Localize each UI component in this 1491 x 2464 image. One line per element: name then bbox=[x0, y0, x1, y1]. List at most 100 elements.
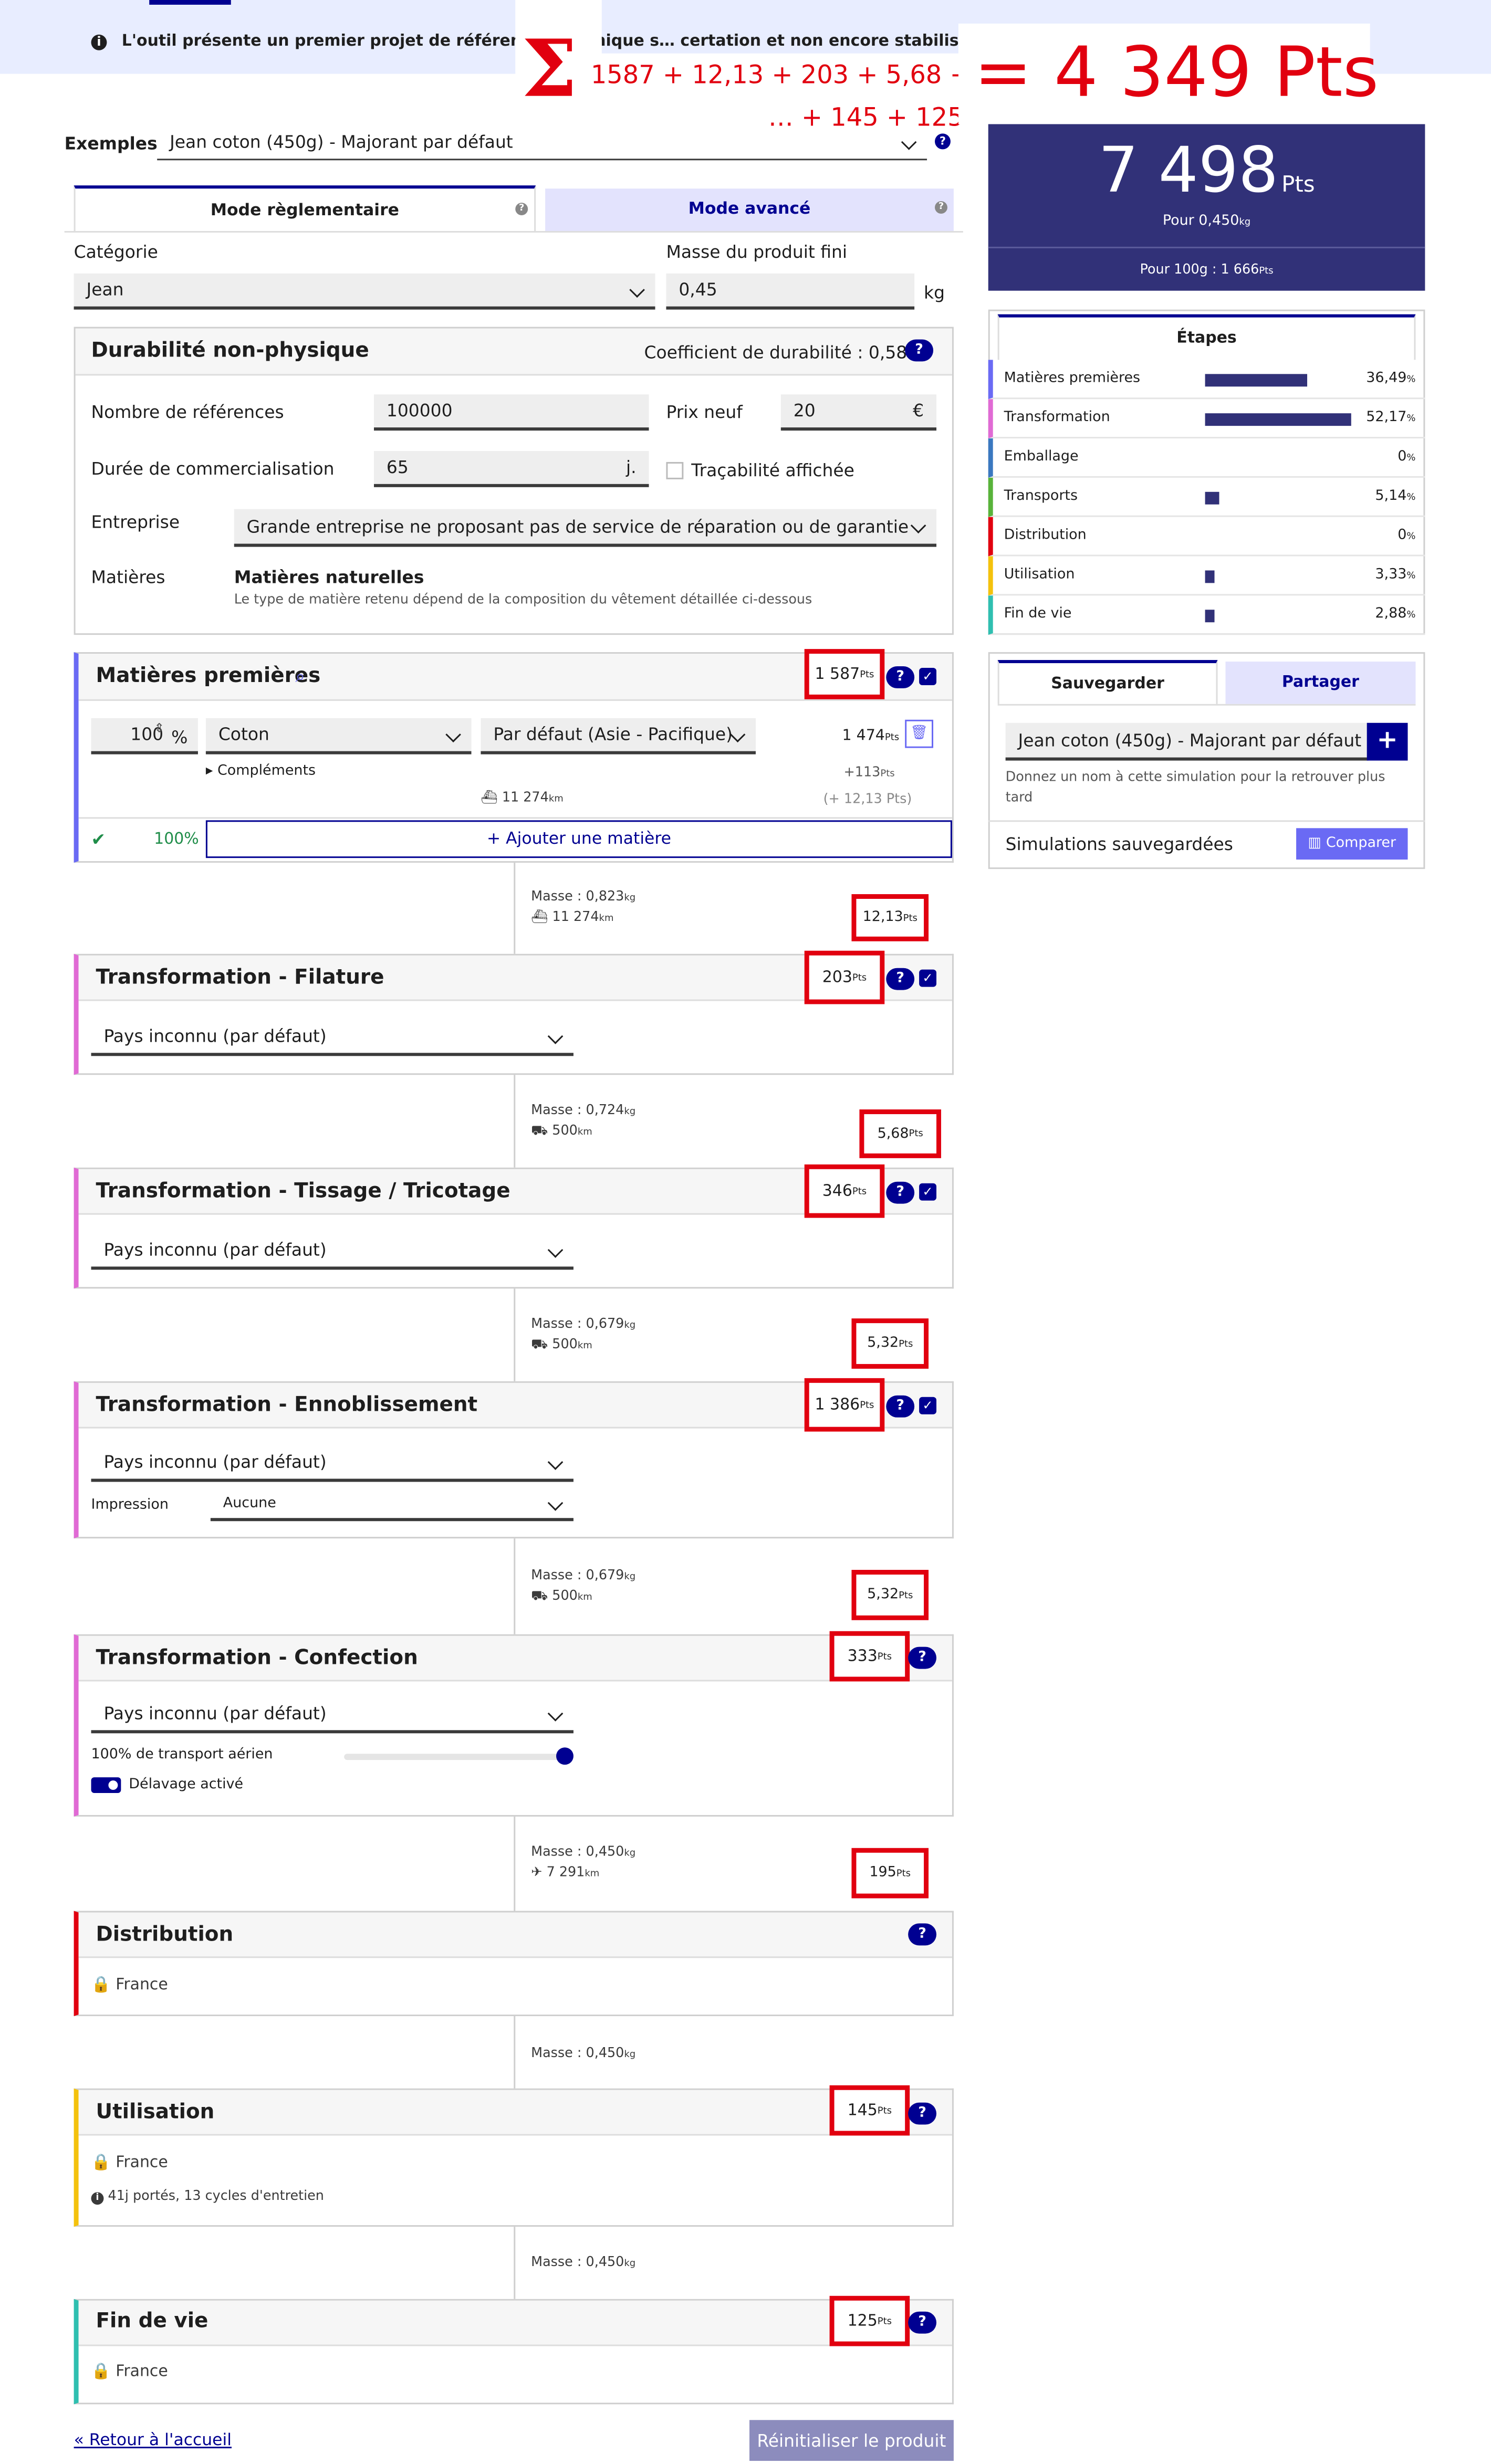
percent-unit: % bbox=[1406, 531, 1416, 542]
check-icon: ✔ bbox=[91, 830, 106, 851]
price-label: Prix neuf bbox=[666, 402, 743, 423]
refs-input[interactable]: 100000 bbox=[374, 394, 649, 431]
duration-input[interactable]: 65 j. bbox=[374, 450, 649, 487]
kg-unit: kg bbox=[624, 1320, 636, 1331]
raw-materials-help-icon[interactable]: ? bbox=[886, 666, 915, 688]
raw-divider bbox=[78, 817, 952, 819]
save-name-value: Jean coton (450g) - Majorant par défaut bbox=[1018, 730, 1362, 751]
making-country-value: Pays inconnu (par défaut) bbox=[103, 1703, 327, 1724]
transport-mass-value: Masse : 0,823 bbox=[531, 889, 624, 905]
chevron-down-icon bbox=[901, 133, 917, 150]
air-transport-label: 100% de transport aérien bbox=[91, 1747, 273, 1764]
finishing-country-select[interactable]: Pays inconnu (par défaut) bbox=[91, 1445, 574, 1482]
stepper-icon[interactable]: ⇕ bbox=[154, 721, 164, 736]
transport-distance: ✈ 7 291km bbox=[531, 1865, 599, 1881]
mass-input[interactable]: 0,45 bbox=[666, 273, 915, 310]
percent-unit: % bbox=[1406, 413, 1416, 425]
add-save-button[interactable]: + bbox=[1367, 722, 1408, 761]
delav-toggle[interactable] bbox=[91, 1777, 121, 1794]
spinning-help-icon[interactable]: ? bbox=[886, 968, 915, 990]
step-pct: 3,33% bbox=[1375, 567, 1415, 583]
durability-help-icon[interactable]: ? bbox=[905, 339, 934, 362]
weaving-country-value: Pays inconnu (par défaut) bbox=[103, 1240, 327, 1261]
weaving-pts: 346 Pts bbox=[804, 1164, 885, 1218]
tab-advanced-help-icon[interactable]: ? bbox=[935, 201, 947, 214]
compare-button[interactable]: ▥ Comparer bbox=[1296, 828, 1408, 860]
score-per-unit: kg bbox=[1239, 217, 1251, 228]
materials-title: Matières naturelles bbox=[234, 567, 424, 588]
step-pct-value: 0 bbox=[1398, 528, 1407, 544]
search-icon[interactable]: ⌕ bbox=[295, 666, 305, 688]
save-name-input[interactable]: Jean coton (450g) - Majorant par défaut bbox=[1005, 722, 1369, 761]
price-input[interactable]: 20 € bbox=[780, 394, 936, 431]
delav-label: Délavage activé bbox=[129, 1777, 244, 1794]
step-row: Transformation 52,17% bbox=[988, 399, 1425, 439]
tab-advanced[interactable]: Mode avancé ? bbox=[545, 188, 954, 231]
distribution-help-icon[interactable]: ? bbox=[908, 1923, 936, 1946]
distribution-country-value: France bbox=[116, 1977, 168, 1995]
pts-unit: Pts bbox=[877, 2315, 892, 2327]
finishing-checkbox[interactable]: ✓ bbox=[919, 1397, 936, 1414]
step-pct: 36,49% bbox=[1366, 371, 1415, 386]
weaving-help-icon[interactable]: ? bbox=[886, 1181, 915, 1204]
air-transport-slider-handle[interactable] bbox=[556, 1747, 574, 1765]
use-country: 🔒 France bbox=[91, 2154, 168, 2172]
share-unit: % bbox=[171, 727, 188, 748]
compare-label: Comparer bbox=[1326, 836, 1396, 852]
material-select[interactable]: Coton bbox=[205, 718, 472, 754]
making-country-select[interactable]: Pays inconnu (par défaut) bbox=[91, 1697, 574, 1734]
weaving-country-select[interactable]: Pays inconnu (par défaut) bbox=[91, 1233, 574, 1270]
step-bar bbox=[1205, 570, 1215, 583]
category-select[interactable]: Jean bbox=[74, 273, 655, 310]
complements-toggle[interactable]: ▸ Compléments bbox=[206, 764, 316, 780]
lock-icon: 🔒 bbox=[91, 2363, 111, 2381]
steps-title: Étapes bbox=[1176, 330, 1237, 348]
pts-unit: Pts bbox=[860, 1399, 874, 1411]
print-select[interactable]: Aucune bbox=[210, 1490, 574, 1522]
back-home-link[interactable]: « Retour à l'accueil bbox=[74, 2431, 232, 2450]
step-bar bbox=[1205, 374, 1308, 387]
raw-distance: ⛴ 11 274km bbox=[481, 790, 563, 806]
tab-regulatory-help-icon[interactable]: ? bbox=[515, 203, 528, 216]
tab-regulatory[interactable]: Mode règlementaire ? bbox=[74, 185, 536, 231]
use-info: i 41j portés, 13 cycles d'entretien bbox=[91, 2189, 324, 2205]
transport-pts-value: 12,13 bbox=[862, 909, 903, 926]
air-transport-slider-track[interactable] bbox=[344, 1754, 564, 1760]
chevron-down-icon bbox=[629, 281, 645, 297]
tab-save[interactable]: Sauvegarder bbox=[997, 660, 1218, 704]
finishing-help-icon[interactable]: ? bbox=[886, 1395, 915, 1418]
company-select[interactable]: Grande entreprise ne proposant pas de se… bbox=[234, 509, 936, 547]
traceability-checkbox[interactable] bbox=[666, 462, 684, 479]
examples-select[interactable]: Jean coton (450g) - Majorant par défaut bbox=[157, 125, 927, 161]
step-bar bbox=[1205, 413, 1351, 426]
save-divider bbox=[988, 820, 1425, 822]
weaving-checkbox[interactable]: ✓ bbox=[919, 1183, 936, 1201]
score-per100-text: Pour 100g : 1 666 bbox=[1140, 262, 1259, 278]
chevron-down-icon bbox=[547, 1453, 564, 1470]
making-help-icon[interactable]: ? bbox=[908, 1647, 936, 1669]
origin-select[interactable]: Par défaut (Asie - Pacifique) bbox=[481, 718, 756, 754]
raw-materials-checkbox[interactable]: ✓ bbox=[919, 668, 936, 685]
pts-unit: Pts bbox=[899, 1589, 913, 1601]
kg-unit: kg bbox=[624, 2258, 636, 2269]
reset-product-button[interactable]: Réinitialiser le produit bbox=[749, 2420, 954, 2461]
use-help-icon[interactable]: ? bbox=[908, 2102, 936, 2125]
add-material-button[interactable]: + Ajouter une matière bbox=[205, 820, 952, 858]
ship-icon: ⛴ bbox=[531, 909, 548, 926]
sum-result-box: = 4 349 Pts bbox=[958, 23, 1379, 124]
spinning-checkbox[interactable]: ✓ bbox=[919, 969, 936, 987]
pts-unit: Pts bbox=[860, 668, 874, 680]
tab-share[interactable]: Partager bbox=[1225, 662, 1416, 704]
trash-icon[interactable]: 🗑 bbox=[905, 719, 934, 748]
eol-help-icon[interactable]: ? bbox=[908, 2311, 936, 2334]
km-unit: km bbox=[599, 913, 614, 924]
examples-help-icon[interactable]: ? bbox=[935, 133, 951, 150]
lock-icon: 🔒 bbox=[91, 1977, 111, 1995]
chevron-down-icon bbox=[547, 1705, 564, 1721]
complements-pts: +113Pts bbox=[843, 766, 894, 781]
pts-unit: Pts bbox=[899, 1338, 913, 1349]
spinning-country-select[interactable]: Pays inconnu (par défaut) bbox=[91, 1020, 574, 1056]
transport-connector bbox=[514, 2016, 516, 2090]
score-per100: Pour 100g : 1 666Pts bbox=[988, 263, 1425, 278]
nav-active-indicator bbox=[149, 0, 231, 5]
